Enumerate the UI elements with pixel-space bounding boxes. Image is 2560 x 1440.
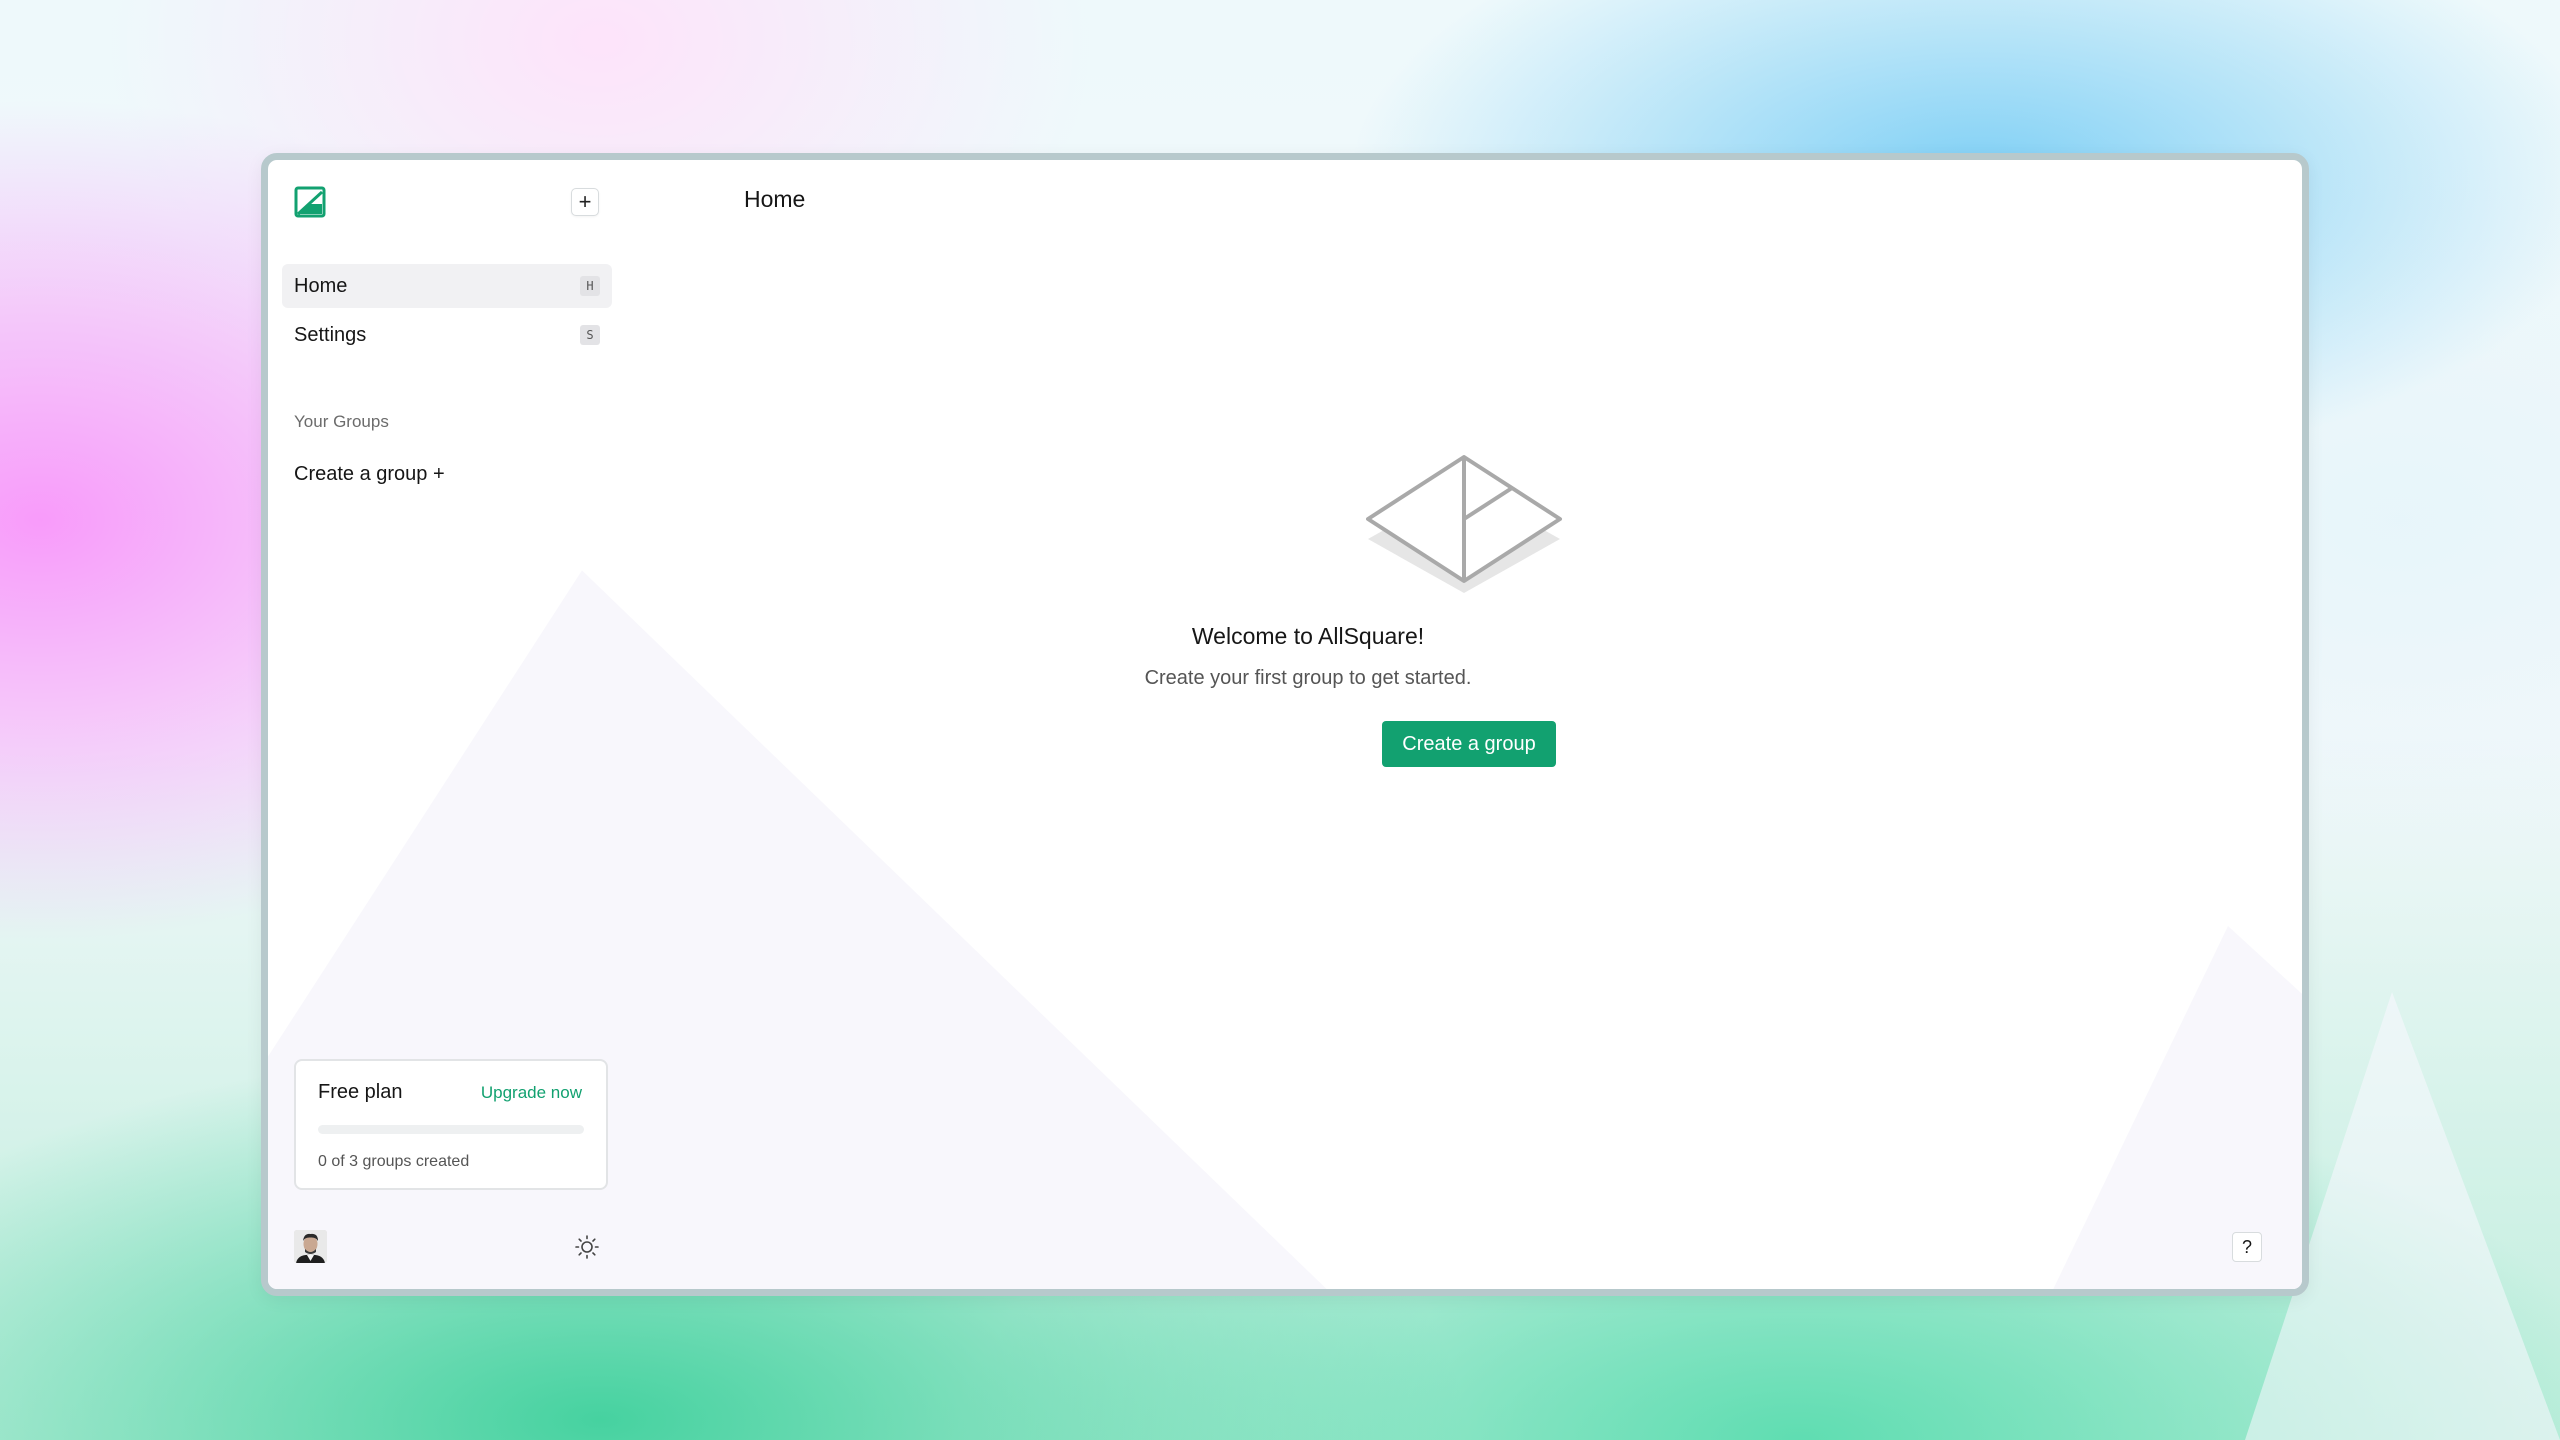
groups-section-label: Your Groups (294, 412, 389, 431)
page-title: Home (744, 186, 806, 212)
create-group-button[interactable]: Create a group (1382, 721, 1556, 767)
empty-state-subtitle: Create your first group to get started. (1144, 667, 1472, 689)
isometric-square-icon (1366, 443, 1566, 603)
plan-usage-progress (318, 1125, 584, 1134)
allsquare-logo-icon[interactable] (294, 186, 326, 218)
new-item-button[interactable]: + (571, 188, 599, 216)
help-button[interactable]: ? (2232, 1232, 2262, 1262)
sidebar-item-settings[interactable]: Settings S (282, 313, 612, 357)
sidebar-item-label: Settings (294, 323, 367, 346)
plan-title: Free plan (318, 1081, 403, 1103)
plan-card: Free plan Upgrade now 0 of 3 groups crea… (294, 1059, 608, 1190)
create-group-link[interactable]: Create a group + (294, 463, 445, 486)
shortcut-badge: S (580, 325, 600, 345)
sidebar: + Home H Settings S Your Groups Create a… (268, 160, 618, 1289)
background-mountain-small (2048, 926, 2302, 1289)
upgrade-link[interactable]: Upgrade now (481, 1083, 582, 1103)
shortcut-badge: H (580, 276, 600, 296)
empty-state-title: Welcome to AllSquare! (1191, 623, 1425, 649)
sun-icon[interactable] (574, 1234, 600, 1260)
sidebar-item-label: Home (294, 274, 348, 297)
user-avatar[interactable] (294, 1230, 327, 1263)
app-window: + Home H Settings S Your Groups Create a… (261, 153, 2309, 1296)
sidebar-item-home[interactable]: Home H (282, 264, 612, 308)
plan-usage-text: 0 of 3 groups created (318, 1153, 470, 1170)
